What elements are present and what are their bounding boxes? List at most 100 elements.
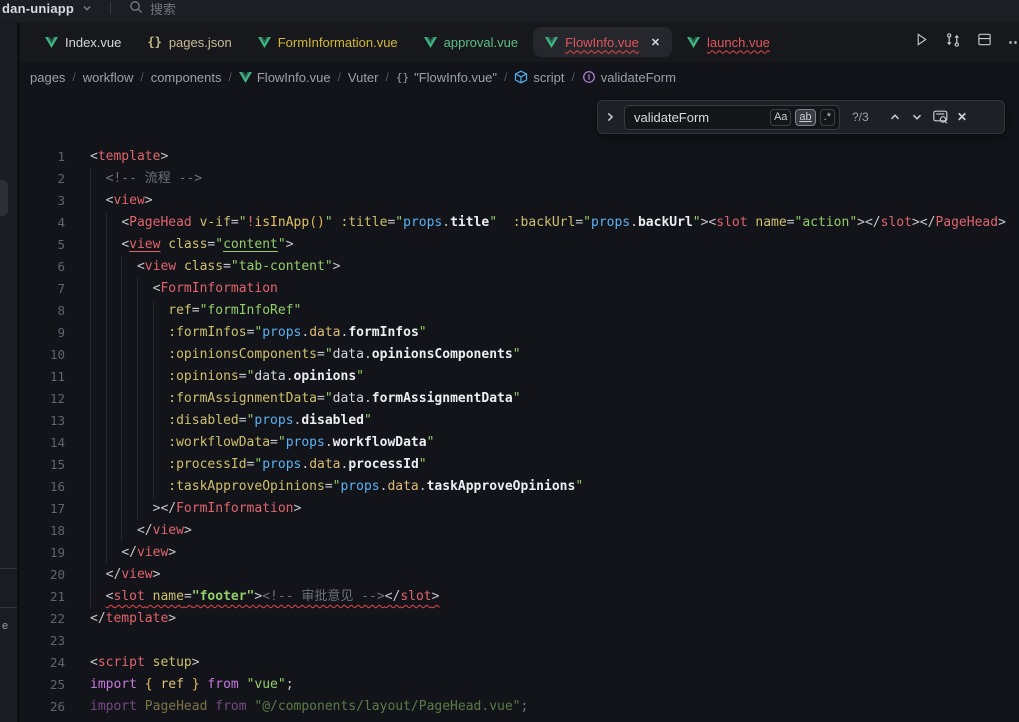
whole-word-button[interactable]: ab: [795, 109, 815, 126]
code-line-content[interactable]: </view>: [90, 564, 160, 586]
code-line-content[interactable]: <!-- 流程 -->: [90, 168, 202, 190]
toggle-replace-chevron-icon[interactable]: [604, 111, 616, 123]
regex-button[interactable]: .*: [820, 109, 835, 126]
indent-guide: [106, 300, 108, 322]
tab-approval-vue[interactable]: approval.vue: [411, 22, 531, 62]
tab-label: approval.vue: [444, 35, 518, 50]
indent-guide: [137, 388, 139, 410]
line-number[interactable]: 9: [20, 322, 65, 344]
line-number[interactable]: 16: [20, 476, 65, 498]
line-number[interactable]: 4: [20, 212, 65, 234]
line-number[interactable]: 1: [20, 146, 65, 168]
code-line-content[interactable]: </view>: [90, 542, 176, 564]
next-match-button[interactable]: [910, 110, 924, 124]
code-line-content[interactable]: :opinionsComponents="data.opinionsCompon…: [90, 344, 521, 366]
line-number[interactable]: 13: [20, 410, 65, 432]
compare-changes-button[interactable]: [945, 32, 961, 53]
breadcrumb-item-validateform[interactable]: validateForm: [582, 70, 676, 85]
breadcrumb-item-flowinfo-vue[interactable]: FlowInfo.vue: [239, 70, 331, 85]
line-number[interactable]: 2: [20, 168, 65, 190]
find-input-box[interactable]: Aa ab .*: [624, 105, 840, 130]
code-editor[interactable]: Aa ab .* ?/3 ✕ 1<template>2 <!-- 流程 -->3…: [20, 92, 1019, 722]
line-number[interactable]: 17: [20, 498, 65, 520]
more-actions-button[interactable]: ⋯: [1008, 33, 1019, 52]
vue-logo-icon: [545, 37, 558, 48]
chevron-down-icon[interactable]: [82, 3, 92, 13]
code-line-content[interactable]: ></FormInformation>: [90, 498, 301, 520]
close-find-icon[interactable]: ✕: [957, 110, 967, 124]
line-number[interactable]: 21: [20, 586, 65, 608]
line-number[interactable]: 22: [20, 608, 65, 630]
code-line-content[interactable]: </view>: [90, 520, 192, 542]
line-number[interactable]: 11: [20, 366, 65, 388]
match-case-button[interactable]: Aa: [770, 109, 791, 126]
tab-forminformation-vue[interactable]: FormInformation.vue: [245, 22, 411, 62]
indent-guide: [106, 410, 108, 432]
breadcrumb-item-components[interactable]: components: [151, 70, 222, 85]
run-button[interactable]: [914, 32, 929, 52]
code-line-content[interactable]: :formInfos="props.data.formInfos": [90, 322, 427, 344]
code-line-content[interactable]: :taskApproveOpinions="props.data.taskApp…: [90, 476, 583, 498]
line-number[interactable]: 8: [20, 300, 65, 322]
indent-guide: [90, 454, 92, 476]
project-name[interactable]: dan-uniapp: [2, 1, 74, 16]
code-line-content[interactable]: import { ref } from "vue";: [90, 674, 294, 696]
breadcrumb-item-pages[interactable]: pages: [30, 70, 65, 85]
code-line-content[interactable]: :opinions="data.opinions": [90, 366, 364, 388]
line-number[interactable]: 7: [20, 278, 65, 300]
line-number[interactable]: 15: [20, 454, 65, 476]
tab-flowinfo-vue[interactable]: FlowInfo.vue✕: [533, 27, 672, 57]
indent-guide: [137, 366, 139, 388]
global-search[interactable]: 搜索: [129, 0, 176, 18]
sidebar-pill[interactable]: [0, 180, 8, 216]
line-number[interactable]: 12: [20, 388, 65, 410]
previous-match-button[interactable]: [888, 110, 902, 124]
line-number[interactable]: 26: [20, 696, 65, 718]
line-number[interactable]: 6: [20, 256, 65, 278]
sidebar-editor-divider[interactable]: [17, 22, 20, 722]
breadcrumb-item-vuter[interactable]: Vuter: [348, 70, 379, 85]
code-line-content[interactable]: :workflowData="props.workflowData": [90, 432, 434, 454]
breadcrumb-separator: /: [386, 70, 389, 84]
code-line: 17 ></FormInformation>: [20, 498, 1019, 520]
code-line-content[interactable]: <FormInformation: [90, 278, 278, 300]
code-line-content[interactable]: :processId="props.data.processId": [90, 454, 427, 476]
line-number[interactable]: 3: [20, 190, 65, 212]
code-line-content[interactable]: import PageHead from "@/components/layou…: [90, 696, 528, 718]
line-number[interactable]: 20: [20, 564, 65, 586]
code-area[interactable]: 1 <template> 2 <!-- 流程 --> 3 <view> 4 <PageH…: [20, 92, 1019, 718]
code-line-content[interactable]: </template>: [90, 608, 176, 630]
breadcrumb-item-script[interactable]: script: [514, 70, 564, 85]
breadcrumb-item--flowinfo-vue-[interactable]: {}"FlowInfo.vue": [396, 70, 497, 85]
tab-index-vue[interactable]: Index.vue: [32, 22, 134, 62]
code-line-content[interactable]: <PageHead v-if="!isInApp()" :title="prop…: [90, 212, 1006, 234]
find-in-selection-button[interactable]: [932, 109, 949, 125]
indent-guide: [121, 344, 123, 366]
breadcrumb-item-workflow[interactable]: workflow: [83, 70, 134, 85]
line-number[interactable]: 18: [20, 520, 65, 542]
line-number[interactable]: 10: [20, 344, 65, 366]
line-number[interactable]: 19: [20, 542, 65, 564]
code-line-content[interactable]: :formAssignmentData="data.formAssignment…: [90, 388, 521, 410]
code-line-content[interactable]: <template>: [90, 146, 168, 168]
code-line-content[interactable]: <script setup>: [90, 652, 200, 674]
indent-guide: [121, 256, 123, 278]
close-icon[interactable]: ✕: [651, 36, 660, 49]
find-input[interactable]: [634, 110, 766, 125]
code-line-content[interactable]: <view>: [90, 190, 153, 212]
line-number[interactable]: 14: [20, 432, 65, 454]
code-line-content[interactable]: ref="formInfoRef": [90, 300, 301, 322]
code-line-content[interactable]: :disabled="props.disabled": [90, 410, 372, 432]
line-number[interactable]: 24: [20, 652, 65, 674]
line-number[interactable]: 25: [20, 674, 65, 696]
code-line-content[interactable]: <view class="content">: [90, 234, 294, 256]
split-editor-button[interactable]: [977, 32, 992, 52]
sidebar-divider: [0, 568, 17, 569]
line-number[interactable]: 23: [20, 630, 65, 652]
tab-pages-json[interactable]: {}pages.json: [134, 22, 244, 62]
code-line-content[interactable]: <view class="tab-content">: [90, 256, 340, 278]
line-number[interactable]: 5: [20, 234, 65, 256]
code-line-content[interactable]: <slot name="footer"><!-- 审批意见 --></slot>: [90, 586, 439, 608]
breadcrumb-label: workflow: [83, 70, 134, 85]
tab-launch-vue[interactable]: launch.vue: [674, 22, 783, 62]
